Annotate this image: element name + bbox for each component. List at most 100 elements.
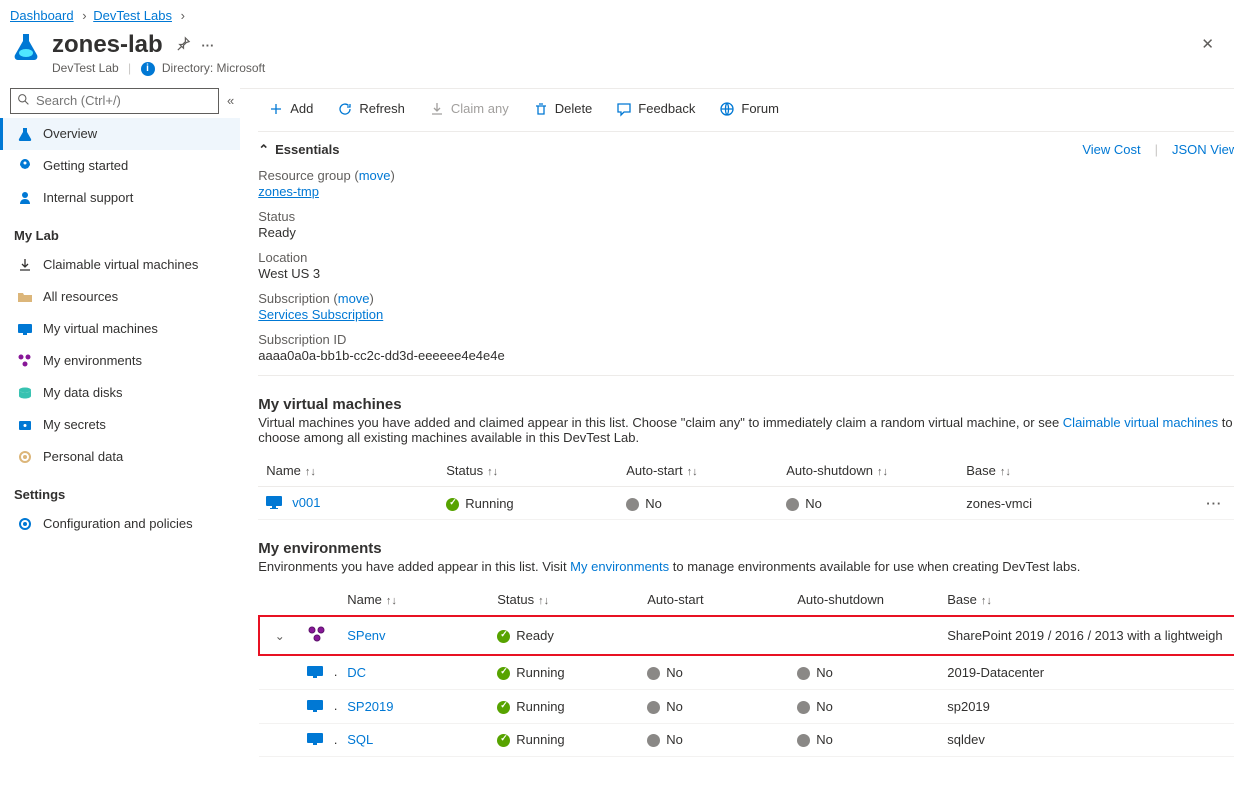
col-base[interactable]: Base↑↓ [958,455,1198,487]
status-dot-icon [797,701,810,714]
forum-button[interactable]: Forum [709,97,789,121]
sidebar-item-label: My virtual machines [43,321,158,336]
status-ready-icon [497,630,510,643]
col-name[interactable]: Name↑↓ [339,584,489,616]
essentials-toggle[interactable]: ⌃ Essentials [258,142,339,158]
gear-icon [17,449,33,465]
vm-icon [266,495,284,511]
secrets-icon [17,417,33,433]
toolbar: Add Refresh Claim any Delete Feedback Fo… [258,89,1234,131]
sidebar-item-label: My environments [43,353,142,368]
rg-move-link[interactable]: move [359,168,391,183]
download-icon [17,257,33,273]
environment-icon [307,625,327,643]
ess-status: Status Ready [258,209,1234,240]
claim-any-button: Claim any [419,97,519,121]
sidebar-item-my-environments[interactable]: My environments [0,345,240,377]
rocket-icon [17,158,33,174]
json-view-link[interactable]: JSON View [1172,142,1234,157]
env-parent-row[interactable]: ⌄ SPenv Ready SharePoint 2019 / 2016 / 2… [259,616,1234,655]
page-title: zones-lab [52,31,163,59]
page-header: zones-lab ··· DevTest Lab | i Directory:… [0,29,1234,88]
section-title: My environments [258,540,1234,557]
breadcrumb-devtest[interactable]: DevTest Labs [93,8,172,23]
col-autostart[interactable]: Auto-start↑↓ [618,455,778,487]
sidebar-item-label: Configuration and policies [43,516,193,531]
more-icon[interactable]: ··· [201,38,214,53]
delete-button[interactable]: Delete [523,97,603,121]
vm-name-link[interactable]: v001 [292,495,320,510]
status-dot-icon [786,498,799,511]
view-cost-link[interactable]: View Cost [1082,142,1140,157]
vm-name-link[interactable]: SP2019 [347,699,393,714]
sub-value-link[interactable]: Services Subscription [258,307,383,322]
sidebar-item-label: Getting started [43,158,128,173]
sidebar-item-overview[interactable]: Overview [0,118,240,150]
sidebar-item-personal-data[interactable]: Personal data [0,441,240,473]
flask-icon [17,126,33,142]
row-more-icon[interactable]: ··· [1206,496,1222,511]
sidebar-item-internal-support[interactable]: Internal support [0,182,240,214]
status-dot-icon [797,734,810,747]
col-status[interactable]: Status↑↓ [438,455,618,487]
sub-move-link[interactable]: move [338,291,370,306]
sidebar-item-all-resources[interactable]: All resources [0,281,240,313]
vm-table: Name↑↓ Status↑↓ Auto-start↑↓ Auto-shutdo… [258,455,1234,521]
col-base[interactable]: Base↑↓ [939,584,1234,616]
folder-icon [17,289,33,305]
section-desc: Virtual machines you have added and clai… [258,415,1234,445]
status-dot-icon [647,667,660,680]
sidebar-search[interactable] [10,88,219,114]
status-dot-icon [797,667,810,680]
sidebar-item-label: All resources [43,289,118,304]
my-env-link[interactable]: My environments [570,559,669,574]
sidebar-item-data-disks[interactable]: My data disks [0,377,240,409]
search-input[interactable] [36,93,212,108]
status-dot-icon [626,498,639,511]
section-my-vms: My virtual machines Virtual machines you… [258,396,1234,521]
add-button[interactable]: Add [258,97,323,121]
col-status[interactable]: Status↑↓ [489,584,639,616]
table-row[interactable]: v001 Running No No zones-vmci ··· [258,486,1234,520]
env-child-row[interactable]: SP2019 Running No No sp2019 [259,689,1234,723]
vm-name-link[interactable]: SQL [347,732,373,747]
info-icon: i [141,62,155,76]
section-my-environments: My environments Environments you have ad… [258,540,1234,757]
env-name-link[interactable]: SPenv [347,628,385,643]
col-autoshutdown[interactable]: Auto-shutdown↑↓ [778,455,958,487]
breadcrumb-dashboard[interactable]: Dashboard [10,8,74,23]
sidebar: « Overview Getting started Internal supp… [0,88,240,777]
sidebar-item-claimable[interactable]: Claimable virtual machines [0,249,240,281]
sidebar-item-label: Internal support [43,190,133,205]
environment-icon [17,353,33,369]
sidebar-item-getting-started[interactable]: Getting started [0,150,240,182]
claimable-link[interactable]: Claimable virtual machines [1063,415,1218,430]
sidebar-item-configuration[interactable]: Configuration and policies [0,508,240,540]
search-icon [17,93,30,109]
essentials-panel: ⌃ Essentials View Cost | JSON View Resou… [258,131,1234,376]
feedback-button[interactable]: Feedback [606,97,705,121]
section-title: My virtual machines [258,396,1234,413]
sidebar-item-my-vms[interactable]: My virtual machines [0,313,240,345]
env-child-row[interactable]: DC Running No No 2019-Datacenter [259,655,1234,689]
sidebar-item-secrets[interactable]: My secrets [0,409,240,441]
essentials-title-label: Essentials [275,142,339,157]
close-icon[interactable]: ✕ [1193,31,1222,57]
pin-icon[interactable] [176,36,191,54]
status-running-icon [497,734,510,747]
vm-name-link[interactable]: DC [347,665,366,680]
breadcrumb-sep2: › [181,8,185,23]
chevron-down-icon[interactable]: ⌄ [275,629,285,643]
sidebar-section-mylab: My Lab [10,214,240,249]
ess-resource-group: Resource group (move) zones-tmp [258,168,1234,199]
support-icon [17,190,33,206]
directory-label: Directory: Microsoft [162,61,265,75]
vm-icon [307,732,325,748]
main-content: Add Refresh Claim any Delete Feedback Fo… [240,88,1234,777]
rg-value-link[interactable]: zones-tmp [258,184,319,199]
section-desc: Environments you have added appear in th… [258,559,1234,574]
env-child-row[interactable]: SQL Running No No sqldev [259,723,1234,757]
refresh-button[interactable]: Refresh [327,97,415,121]
collapse-sidebar-icon[interactable]: « [227,93,234,108]
col-name[interactable]: Name↑↓ [258,455,438,487]
